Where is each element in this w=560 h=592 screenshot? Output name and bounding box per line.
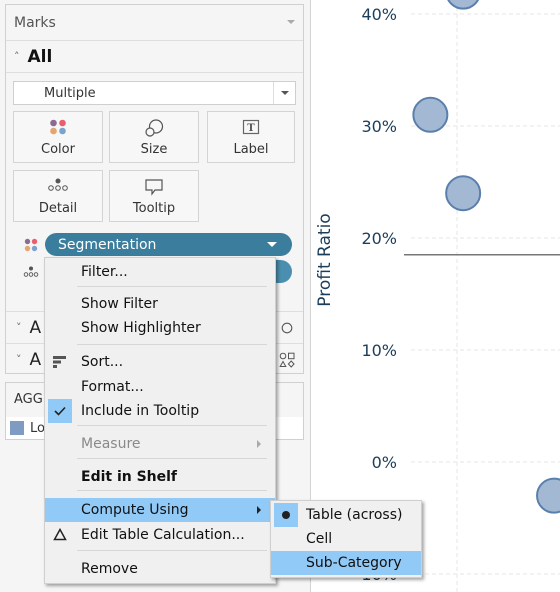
submenu-item-sub-category[interactable]: Sub-Category	[271, 551, 421, 575]
menu-item-remove[interactable]: Remove	[45, 557, 275, 581]
y-tick-label: 10%	[361, 341, 397, 360]
label-button[interactable]: T Label	[207, 111, 295, 163]
menu-separator	[77, 425, 267, 426]
menu-item-edit-in-shelf[interactable]: Edit in Shelf	[45, 465, 275, 489]
menu-item-label: Filter...	[81, 264, 128, 280]
submenu-arrow-icon	[257, 440, 261, 448]
text-label-icon: T	[242, 119, 260, 135]
menu-item-filter[interactable]: Filter...	[45, 260, 275, 284]
all-marks-row[interactable]: ˄ All	[6, 41, 303, 73]
radio-selected-icon	[274, 503, 298, 527]
chevron-down-icon[interactable]: ˅	[16, 321, 22, 334]
y-tick-label: 40%	[361, 5, 397, 24]
color-button-label: Color	[41, 142, 75, 157]
submenu-item-cell[interactable]: Cell	[271, 527, 421, 551]
menu-item-show-filter[interactable]: Show Filter	[45, 292, 275, 316]
menu-separator	[77, 490, 267, 491]
menu-item-edit-table-calculation[interactable]: Edit Table Calculation...	[45, 523, 275, 547]
scatter-point	[412, 96, 449, 133]
legend-item-label: Lo	[30, 420, 45, 436]
menu-item-label: Show Filter	[81, 296, 158, 312]
chevron-down-icon[interactable]	[273, 82, 295, 104]
menu-item-label: Edit Table Calculation...	[81, 527, 245, 543]
legend-swatch	[10, 421, 24, 435]
size-button[interactable]: Size	[109, 111, 199, 163]
menu-item-label: Remove	[81, 561, 138, 577]
detail-encoding-row	[23, 261, 39, 283]
menu-item-label: Edit in Shelf	[81, 469, 178, 485]
detail-dots-icon	[48, 178, 68, 191]
tooltip-button-label: Tooltip	[132, 201, 176, 216]
tooltip-button[interactable]: Tooltip	[109, 170, 199, 222]
svg-text:T: T	[247, 123, 255, 134]
circle-icon	[281, 322, 293, 334]
menu-separator	[77, 286, 267, 287]
submenu-item-label: Table (across)	[306, 507, 403, 523]
y-tick-label: 30%	[361, 117, 397, 136]
menu-item-label: Include in Tooltip	[81, 403, 200, 419]
size-button-label: Size	[140, 142, 168, 157]
marks-menu-arrow-icon[interactable]	[287, 20, 295, 24]
legend-title: AGG	[14, 392, 43, 407]
menu-item-measure: Measure	[45, 432, 275, 456]
y-tick-label: 0%	[372, 453, 397, 472]
color-dots-icon	[50, 119, 66, 135]
scatter-point	[447, 0, 480, 10]
detail-button-label: Detail	[38, 201, 78, 216]
segmentation-pill-label: Segmentation	[58, 236, 157, 253]
menu-separator	[77, 550, 267, 551]
menu-separator	[77, 458, 267, 459]
menu-item-label: Sort...	[81, 354, 124, 370]
subcard-2-label: A	[29, 349, 42, 370]
compute-using-submenu: Table (across) Cell Sub-Category	[270, 500, 422, 578]
menu-separator	[77, 344, 267, 345]
y-axis-title: Profit Ratio	[315, 213, 335, 307]
scatter-point	[445, 175, 482, 212]
menu-item-include-in-tooltip[interactable]: Include in Tooltip	[45, 399, 275, 423]
mark-type-dropdown[interactable]: Multiple	[13, 81, 296, 105]
pill-context-menu: Filter... Show Filter Show Highlighter Sort…	[44, 257, 276, 584]
mark-type-value: Multiple	[44, 85, 96, 101]
all-label: All	[27, 46, 53, 67]
submenu-item-table-across[interactable]: Table (across)	[271, 503, 421, 527]
y-tick-label: 20%	[361, 229, 397, 248]
segmentation-pill[interactable]: Segmentation	[45, 233, 292, 256]
color-encoding-row	[24, 234, 38, 256]
menu-item-label: Compute Using	[81, 502, 189, 518]
size-circles-icon	[145, 119, 164, 137]
submenu-arrow-icon	[257, 506, 261, 514]
scatter-point	[536, 477, 560, 514]
pill-dropdown-arrow-icon[interactable]	[267, 242, 277, 247]
delta-icon	[53, 527, 67, 545]
menu-item-compute-using[interactable]: Compute Using	[45, 498, 275, 522]
marks-header: Marks	[6, 5, 303, 41]
subcard-1-label: A	[29, 317, 42, 338]
label-button-label: Label	[233, 142, 269, 157]
menu-item-label: Measure	[81, 436, 141, 452]
menu-item-label: Show Highlighter	[81, 320, 201, 336]
checkmark-icon	[48, 399, 72, 423]
shapes-icon	[279, 352, 295, 368]
submenu-item-label: Sub-Category	[306, 555, 402, 571]
menu-item-show-highlighter[interactable]: Show Highlighter	[45, 316, 275, 340]
detail-button[interactable]: Detail	[13, 170, 103, 222]
menu-item-label: Format...	[81, 379, 144, 395]
detail-dots-icon	[23, 266, 39, 277]
submenu-item-label: Cell	[306, 531, 333, 547]
chevron-up-icon[interactable]: ˄	[14, 50, 20, 63]
sort-icon	[53, 355, 67, 373]
chevron-down-icon[interactable]: ˅	[16, 353, 22, 366]
color-button[interactable]: Color	[13, 111, 103, 163]
marks-title: Marks	[14, 14, 56, 31]
color-dots-icon	[24, 238, 38, 252]
speech-bubble-icon	[145, 179, 163, 196]
menu-item-format[interactable]: Format...	[45, 375, 275, 399]
menu-item-sort[interactable]: Sort...	[45, 350, 275, 374]
